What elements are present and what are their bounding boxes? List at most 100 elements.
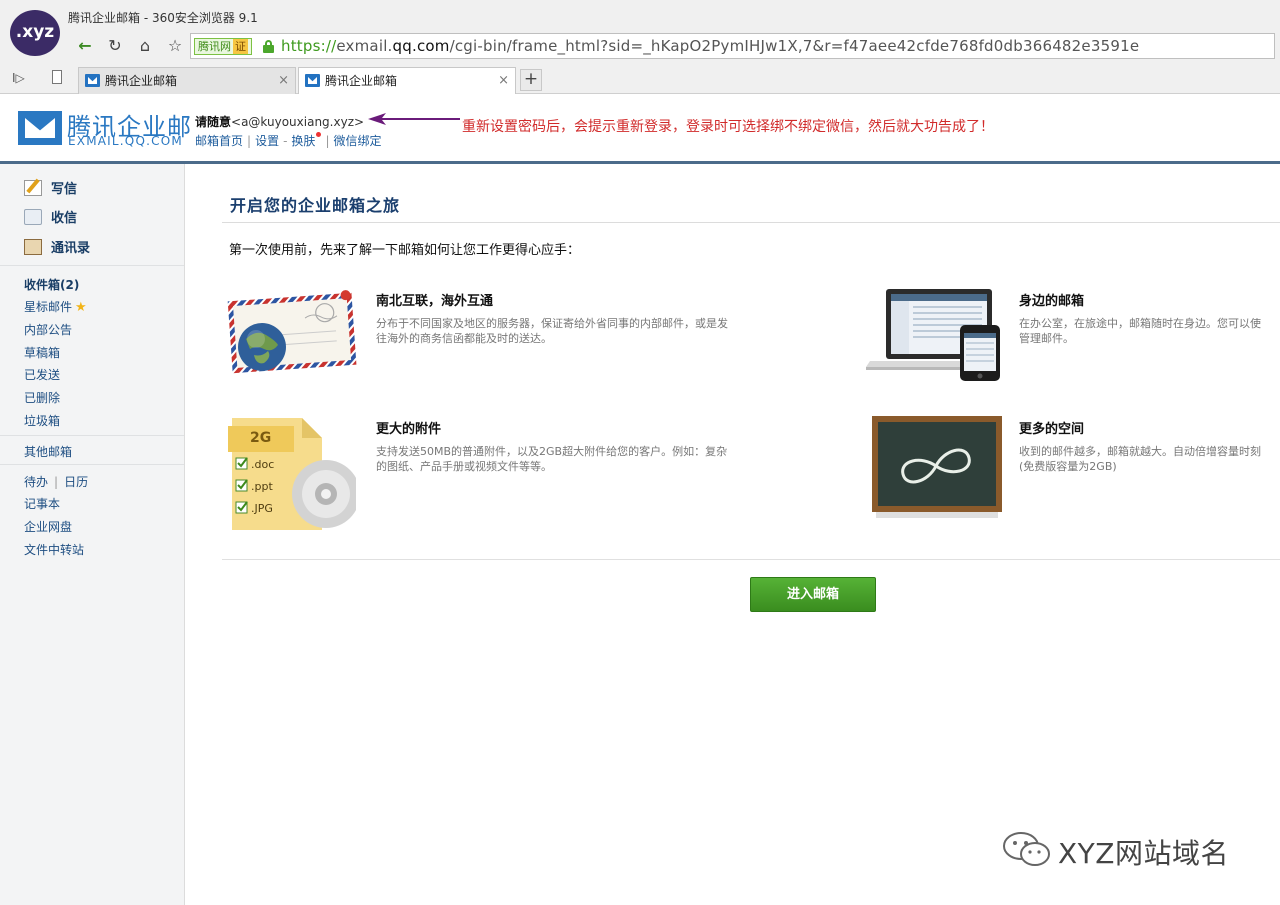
link-wechat-bind[interactable]: 微信绑定 xyxy=(333,134,381,148)
tab-label: 腾讯企业邮箱 xyxy=(105,74,178,88)
link-mail-home[interactable]: 邮箱首页 xyxy=(195,134,243,148)
user-email: <a@kuyouxiang.xyz> xyxy=(231,115,365,129)
home-icon[interactable]: ⌂ xyxy=(134,35,156,57)
feature-title-attachment: 更大的附件 xyxy=(376,422,442,437)
attach-size-label: 2G xyxy=(250,430,272,446)
attach-ppt-label: .ppt xyxy=(251,480,273,493)
link-separator: | xyxy=(325,134,330,148)
feature-desc-mobile-2: 管理邮件。 xyxy=(1019,332,1074,345)
sidebar-toggle-icon[interactable]: I▷ xyxy=(12,71,25,85)
other-mailbox[interactable]: 其他邮箱 xyxy=(24,443,72,460)
link-settings[interactable]: 设置 xyxy=(255,134,279,148)
sidebar-compose[interactable]: 写信 xyxy=(24,178,77,197)
airmail-envelope-icon xyxy=(227,290,357,374)
title-divider xyxy=(222,222,1280,223)
feature-desc-attachment-2: 的图纸、产品手册或视频文件等等。 xyxy=(376,460,552,473)
url-domain: qq.com xyxy=(392,37,450,55)
sidebar-receive-label: 收信 xyxy=(51,211,78,226)
annotation-text: 重新设置密码后，会提示重新登录，登录时可选择绑不绑定微信，然后就大功告成了！ xyxy=(462,119,994,135)
new-tab-button[interactable]: + xyxy=(520,69,542,91)
folder-inbox[interactable]: 收件箱(2) xyxy=(24,276,79,293)
link-dash: - xyxy=(283,134,288,148)
sidebar-divider xyxy=(0,435,184,436)
tab-close-icon[interactable]: × xyxy=(498,68,509,94)
page-title: 开启您的企业邮箱之旅 xyxy=(230,196,401,215)
tool-separator: | xyxy=(54,475,59,489)
sidebar: 写信 收信 通讯录 收件箱(2) 星标邮件 ★ 内部公告 草稿箱 已发送 已删除 … xyxy=(0,164,185,905)
user-name: 请随意 xyxy=(195,115,232,129)
verify-cert-icon: 证 xyxy=(233,39,248,54)
tool-calendar[interactable]: 日历 xyxy=(64,475,88,489)
tab-favicon-icon xyxy=(305,74,320,87)
url-path: /cgi-bin/frame_html?sid=_hKapO2PymIHJw1X… xyxy=(449,37,1140,55)
star-icon: ★ xyxy=(75,300,87,315)
exmail-logo-icon[interactable] xyxy=(18,111,62,145)
tool-disk[interactable]: 企业网盘 xyxy=(24,518,72,535)
feature-desc-attachment-1: 支持发送50MB的普通附件，以及2GB超大附件给您的客户。例如：复杂 xyxy=(376,445,728,458)
address-bar[interactable]: 腾讯网证 https://exmail.qq.com/cgi-bin/frame… xyxy=(190,33,1275,59)
infinity-blackboard-icon xyxy=(872,416,1002,518)
sidebar-divider xyxy=(0,464,184,465)
refresh-icon[interactable]: ↻ xyxy=(104,35,126,57)
folder-deleted[interactable]: 已删除 xyxy=(24,389,60,406)
feature-desc-global-1: 分布于不同国家及地区的服务器，保证寄给外省同事的内部邮件，或是发 xyxy=(376,317,728,330)
feature-title-storage: 更多的空间 xyxy=(1019,422,1085,437)
folder-spam[interactable]: 垃圾箱 xyxy=(24,412,60,429)
laptop-phone-icon xyxy=(866,289,1000,381)
feature-desc-storage-2: (免费版容量为2GB) xyxy=(1019,460,1117,473)
url-subdomain: exmail. xyxy=(336,37,393,55)
folder-sent[interactable]: 已发送 xyxy=(24,366,60,383)
folder-starred[interactable]: 星标邮件 ★ xyxy=(24,298,87,315)
lock-icon xyxy=(263,40,274,53)
feature-desc-mobile-1: 在办公室，在旅途中，邮箱随时在身边。您可以使 xyxy=(1019,317,1261,330)
site-verify-badge[interactable]: 腾讯网证 xyxy=(194,38,252,55)
bookmark-star-icon[interactable]: ☆ xyxy=(164,35,186,57)
url-scheme: https:// xyxy=(281,37,337,55)
browser-tab-2-active[interactable]: 腾讯企业邮箱 × xyxy=(298,67,516,94)
feature-desc-storage-1: 收到的邮件越多，邮箱就越大。自动倍增容量时刻 xyxy=(1019,445,1261,458)
sidebar-contacts-label: 通讯录 xyxy=(51,241,91,256)
inbox-icon xyxy=(24,209,42,225)
new-dot-icon xyxy=(316,132,322,137)
tab-favicon-icon xyxy=(85,74,100,87)
feature-desc-global-2: 往海外的商务信函都能及时的送达。 xyxy=(376,332,552,345)
enter-mailbox-button[interactable]: 进入邮箱 xyxy=(750,577,876,612)
back-icon[interactable]: ← xyxy=(74,35,96,57)
tool-todo[interactable]: 待办 xyxy=(24,475,48,489)
sidebar-compose-label: 写信 xyxy=(51,182,78,197)
attachment-file-icon: 2G .doc .ppt .JPG xyxy=(226,414,356,534)
window-title: 腾讯企业邮箱 - 360安全浏览器 9.1 xyxy=(68,11,258,25)
browser-tab-1[interactable]: 腾讯企业邮箱 × xyxy=(78,67,296,94)
sidebar-contacts[interactable]: 通讯录 xyxy=(24,237,90,256)
feature-title-mobile: 身边的邮箱 xyxy=(1019,294,1085,309)
page-icon[interactable] xyxy=(52,70,62,84)
verify-label: 腾讯网 xyxy=(198,40,231,53)
browser-logo-text: .xyz xyxy=(15,22,55,42)
url-text[interactable]: https://exmail.qq.com/cgi-bin/frame_html… xyxy=(281,37,1139,55)
attach-doc-label: .doc xyxy=(251,458,275,471)
tab-label: 腾讯企业邮箱 xyxy=(325,74,398,88)
browser-chrome: .xyz 腾讯企业邮箱 - 360安全浏览器 9.1 ← ↻ ⌂ ☆ 腾讯网证 … xyxy=(0,0,1280,94)
link-skin[interactable]: 换肤 xyxy=(291,134,315,148)
watermark-text: XYZ网站域名 xyxy=(1058,837,1229,870)
compose-icon xyxy=(24,180,42,196)
sidebar-receive[interactable]: 收信 xyxy=(24,207,77,226)
tool-notes[interactable]: 记事本 xyxy=(24,495,60,512)
tool-transfer[interactable]: 文件中转站 xyxy=(24,541,84,558)
annotation-arrow-icon xyxy=(368,113,460,125)
tab-close-icon[interactable]: × xyxy=(278,68,289,94)
wechat-icon xyxy=(1003,832,1050,866)
attach-jpg-label: .JPG xyxy=(251,502,273,515)
folder-drafts[interactable]: 草稿箱 xyxy=(24,344,60,361)
browser-logo: .xyz xyxy=(10,10,60,56)
main-content: 开启您的企业邮箱之旅 第一次使用前，先来了解一下邮箱如何让您工作更得心应手： 南… xyxy=(186,164,1280,905)
link-separator: | xyxy=(247,134,252,148)
contacts-icon xyxy=(24,239,42,255)
header-links: 邮箱首页 | 设置 - 换肤 | 微信绑定 xyxy=(195,132,382,149)
folder-notice[interactable]: 内部公告 xyxy=(24,321,72,338)
sidebar-divider xyxy=(0,265,184,266)
brand-subtitle: EXMAIL.QQ.COM xyxy=(68,134,183,148)
tool-row: 待办 | 日历 xyxy=(24,473,88,490)
feature-title-global: 南北互联，海外互通 xyxy=(376,294,494,309)
content-divider xyxy=(222,559,1280,560)
